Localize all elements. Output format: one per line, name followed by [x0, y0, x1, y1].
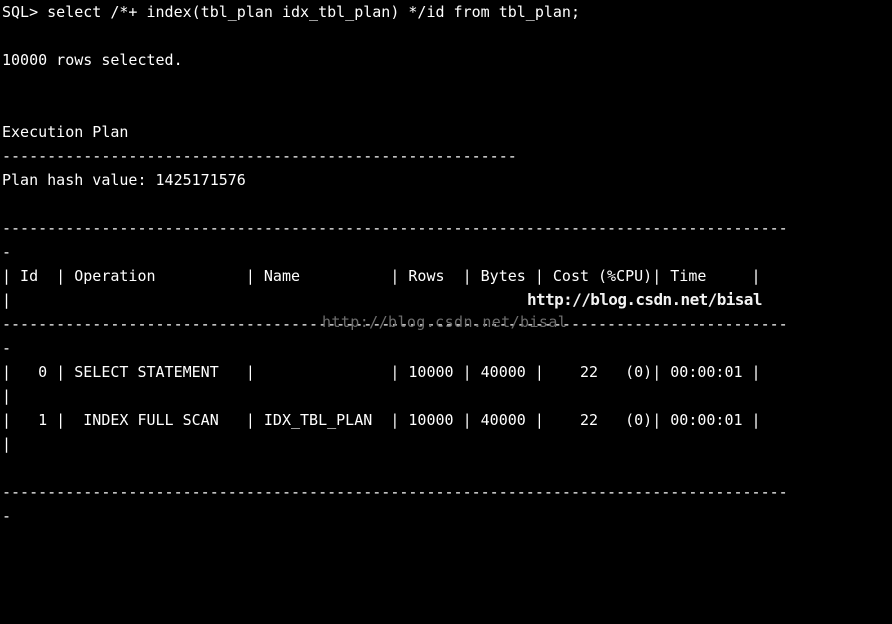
- terminal-output: SQL> select /*+ index(tbl_plan idx_tbl_p…: [2, 3, 788, 525]
- terminal-window[interactable]: SQL> select /*+ index(tbl_plan idx_tbl_p…: [0, 0, 892, 624]
